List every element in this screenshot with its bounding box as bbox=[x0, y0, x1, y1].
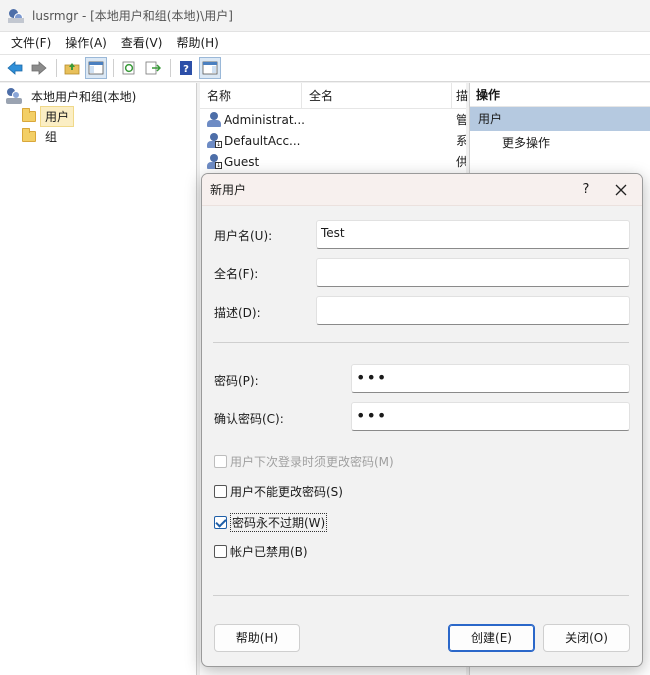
new-user-dialog: 新用户 ? 用户名(U): Test 全名(F): 描述(D): 密码(P): … bbox=[201, 173, 643, 667]
tree-root-label: 本地用户和组(本地) bbox=[31, 89, 137, 104]
user-name: DefaultAcc... bbox=[224, 133, 301, 148]
toolbar: ? bbox=[0, 54, 650, 82]
close-button[interactable]: 关闭(O) bbox=[543, 624, 630, 652]
checkbox-box bbox=[214, 455, 227, 468]
checkbox-box bbox=[214, 485, 227, 498]
menu-help[interactable]: 帮助(H) bbox=[169, 32, 225, 54]
user-icon bbox=[206, 111, 222, 128]
description-field[interactable] bbox=[316, 296, 630, 325]
actions-header: 操作 bbox=[470, 83, 650, 107]
tree-item-label: 组 bbox=[45, 129, 58, 144]
folder-icon bbox=[22, 127, 36, 142]
forward-arrow-icon[interactable] bbox=[28, 57, 50, 79]
toolbar-separator bbox=[56, 59, 57, 77]
local-users-groups-icon bbox=[6, 88, 22, 104]
menu-action[interactable]: 操作(A) bbox=[58, 32, 114, 54]
dialog-title-bar: 新用户 ? bbox=[202, 174, 642, 206]
actions-section-users[interactable]: 用户 bbox=[470, 107, 650, 131]
divider bbox=[213, 342, 629, 343]
column-header-fullname[interactable]: 全名 bbox=[302, 83, 452, 109]
fullname-field[interactable] bbox=[316, 258, 630, 287]
menu-file[interactable]: 文件(F) bbox=[4, 32, 58, 54]
menu-view[interactable]: 查看(V) bbox=[114, 32, 170, 54]
username-label: 用户名(U): bbox=[214, 229, 273, 243]
toolbar-separator bbox=[170, 59, 171, 77]
create-button[interactable]: 创建(E) bbox=[448, 624, 535, 652]
must-change-password-checkbox[interactable]: 用户下次登录时须更改密码(M) bbox=[214, 453, 394, 470]
user-description: 系 bbox=[456, 134, 466, 148]
fullname-label: 全名(F): bbox=[214, 267, 259, 281]
user-name: Administrat... bbox=[224, 112, 305, 127]
username-field[interactable]: Test bbox=[316, 220, 630, 249]
up-folder-icon[interactable] bbox=[61, 57, 83, 79]
description-label: 描述(D): bbox=[214, 306, 261, 320]
disabled-user-icon: ↓ bbox=[206, 132, 222, 149]
list-item[interactable]: ↓ DefaultAcc... 系 bbox=[200, 130, 466, 151]
divider bbox=[213, 595, 629, 596]
window-title: lusrmgr - [本地用户和组(本地)\用户] bbox=[32, 9, 233, 23]
password-field[interactable]: ••• bbox=[351, 364, 630, 393]
users-app-icon bbox=[8, 8, 24, 24]
help-question-button[interactable]: ? bbox=[574, 182, 598, 197]
checkbox-label: 密码永不过期(W) bbox=[230, 513, 328, 532]
account-disabled-checkbox[interactable]: 帐户已禁用(B) bbox=[214, 543, 308, 560]
confirm-password-label: 确认密码(C): bbox=[214, 412, 284, 426]
svg-text:?: ? bbox=[183, 64, 189, 75]
folder-icon bbox=[22, 107, 36, 122]
tree-root[interactable]: 本地用户和组(本地) bbox=[0, 86, 196, 106]
column-header-name[interactable]: 名称 bbox=[200, 83, 302, 109]
console-tree: 本地用户和组(本地) 用户 组 bbox=[0, 83, 197, 675]
cannot-change-password-checkbox[interactable]: 用户不能更改密码(S) bbox=[214, 483, 343, 500]
help-icon[interactable]: ? bbox=[175, 57, 197, 79]
user-name: Guest bbox=[224, 154, 260, 169]
close-icon[interactable] bbox=[608, 177, 634, 203]
checkbox-label: 帐户已禁用(B) bbox=[230, 545, 308, 559]
confirm-password-field[interactable]: ••• bbox=[351, 402, 630, 431]
back-arrow-icon[interactable] bbox=[4, 57, 26, 79]
toolbar-separator bbox=[113, 59, 114, 77]
checkbox-box bbox=[214, 545, 227, 558]
show-hide-tree-icon[interactable] bbox=[85, 57, 107, 79]
disabled-user-icon: ↓ bbox=[206, 153, 222, 170]
tree-item-label: 用户 bbox=[40, 105, 75, 127]
list-header: 名称 全名 描 bbox=[200, 83, 468, 109]
checkbox-label: 用户不能更改密码(S) bbox=[230, 485, 343, 499]
user-description: 管 bbox=[456, 113, 466, 127]
checkbox-label: 用户下次登录时须更改密码(M) bbox=[230, 455, 394, 469]
list-item[interactable]: Administrat... 管 bbox=[200, 109, 466, 130]
title-bar: lusrmgr - [本地用户和组(本地)\用户] bbox=[0, 0, 650, 32]
refresh-icon[interactable] bbox=[118, 57, 140, 79]
help-button[interactable]: 帮助(H) bbox=[214, 624, 300, 652]
dialog-title: 新用户 bbox=[210, 183, 247, 197]
export-list-icon[interactable] bbox=[142, 57, 164, 79]
tree-item-users[interactable]: 用户 bbox=[0, 105, 196, 127]
menu-bar: 文件(F) 操作(A) 查看(V) 帮助(H) bbox=[0, 32, 650, 54]
show-hide-action-pane-icon[interactable] bbox=[199, 57, 221, 79]
column-header-description[interactable]: 描 bbox=[452, 83, 468, 109]
user-description: 供 bbox=[456, 155, 466, 169]
more-actions-link[interactable]: 更多操作 bbox=[470, 131, 650, 155]
list-item[interactable]: ↓ Guest 供 bbox=[200, 151, 466, 172]
password-label: 密码(P): bbox=[214, 374, 259, 388]
password-never-expires-checkbox[interactable]: 密码永不过期(W) bbox=[214, 513, 328, 532]
checkbox-checked-icon bbox=[214, 516, 227, 529]
tree-item-groups[interactable]: 组 bbox=[0, 126, 196, 146]
